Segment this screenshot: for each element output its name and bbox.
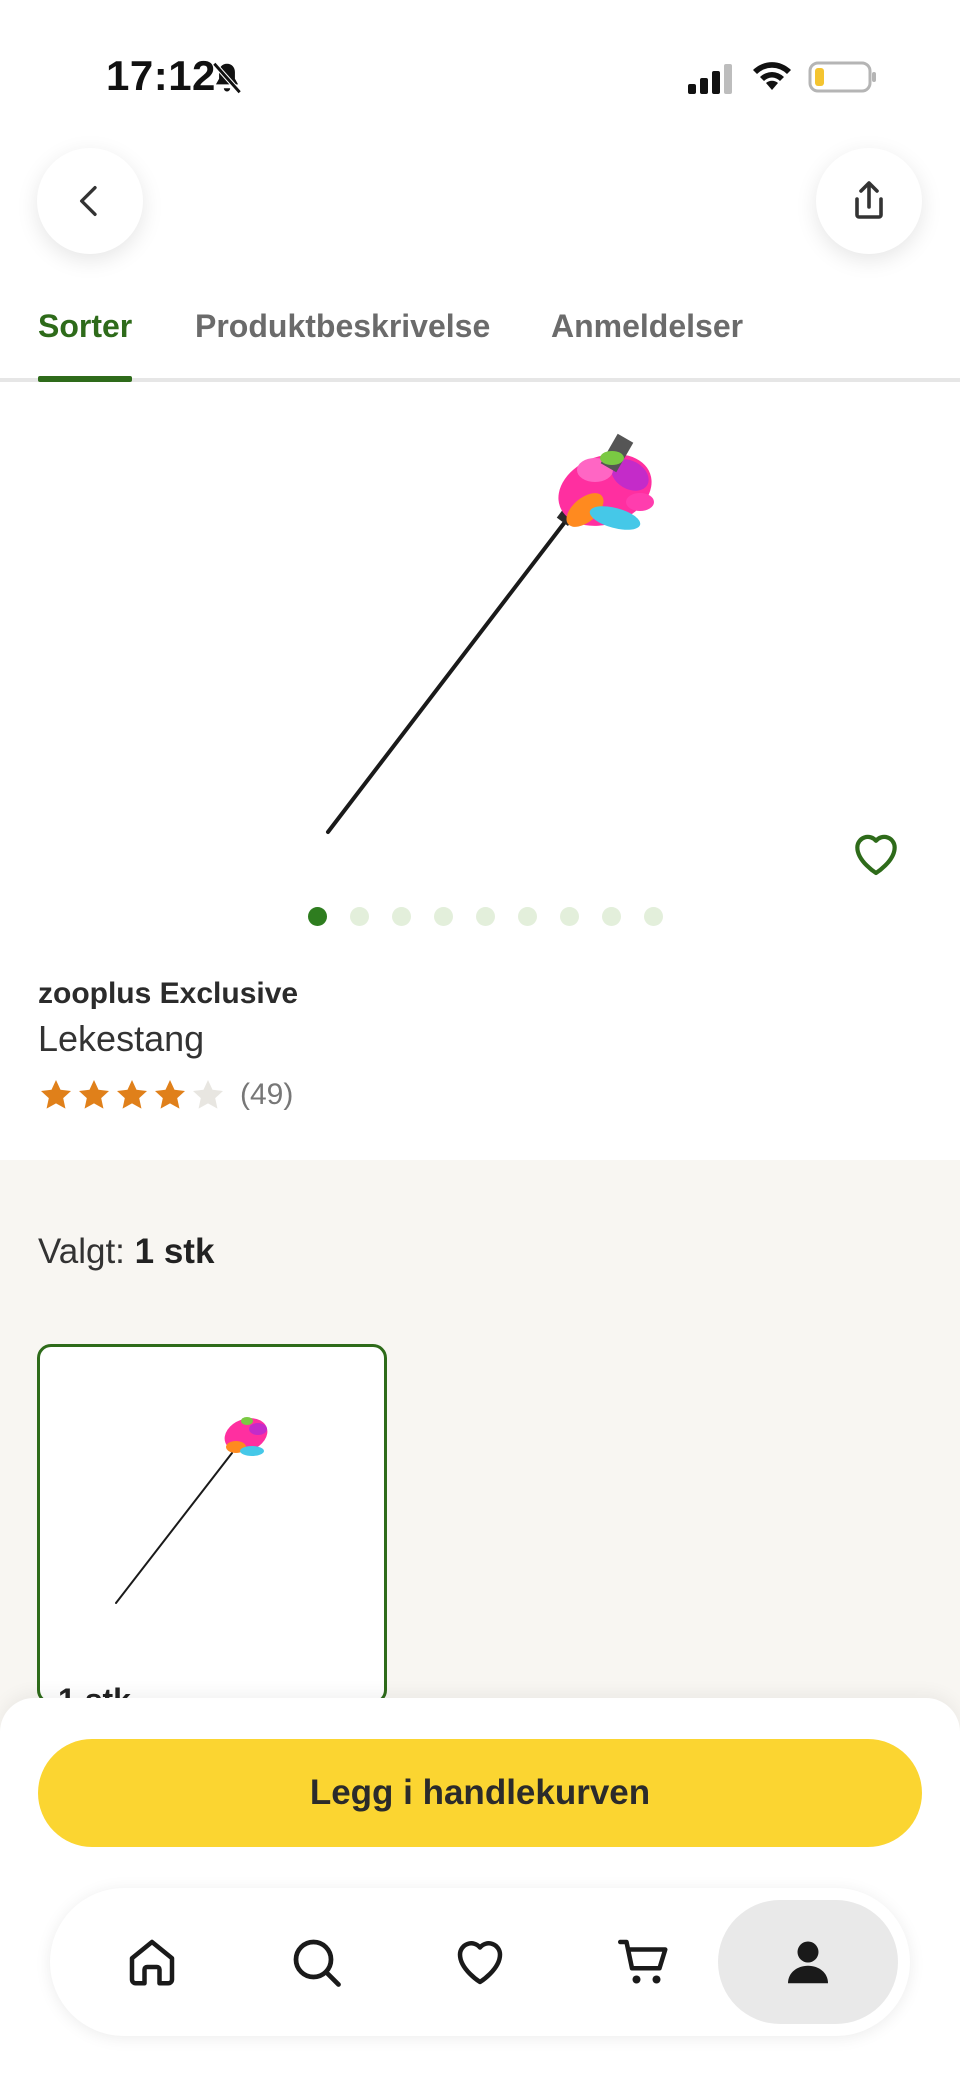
chevron-left-icon (80, 186, 97, 216)
carousel-dot[interactable] (517, 907, 537, 926)
share-button[interactable] (816, 148, 922, 254)
variant-option-card[interactable]: 1 stk (37, 1344, 387, 1704)
carousel-dots (0, 907, 960, 927)
tabbar-home[interactable] (90, 1900, 214, 2024)
carousel-dot[interactable] (643, 907, 663, 926)
back-button[interactable] (37, 148, 143, 254)
selected-value: 1 stk (134, 1232, 215, 1271)
cart-icon (618, 1939, 668, 1984)
product-image[interactable] (300, 430, 680, 840)
review-count: (49) (240, 1078, 294, 1111)
wifi-icon (753, 62, 791, 90)
bell-slash-icon (212, 62, 242, 94)
star-filled-icon (79, 1080, 109, 1109)
battery-low-icon (808, 61, 876, 93)
product-name: Lekestang (38, 1018, 205, 1059)
carousel-dot[interactable] (601, 907, 621, 926)
bottom-tab-bar (50, 1888, 910, 2036)
product-brand[interactable]: zooplus Exclusive (38, 977, 298, 1011)
profile-icon (788, 1941, 828, 1984)
product-tabs: Sorter Produktbeskrivelse Anmeldelser (0, 300, 960, 382)
heart-icon (457, 1941, 503, 1985)
tab-produktbeskrivelse[interactable]: Produktbeskrivelse (195, 308, 490, 378)
star-filled-icon (41, 1080, 71, 1109)
cellular-signal-icon (688, 64, 732, 94)
star-filled-icon (117, 1080, 147, 1109)
wishlist-heart-icon[interactable] (848, 826, 904, 878)
share-icon (855, 181, 883, 219)
status-time: 17:12 (106, 52, 216, 99)
selected-variant-label: Valgt: 1 stk (38, 1232, 214, 1272)
tabbar-favorites[interactable] (418, 1900, 542, 2024)
product-rating[interactable]: (49) (38, 1075, 293, 1115)
carousel-dot[interactable] (433, 907, 453, 926)
carousel-dot[interactable] (307, 907, 327, 926)
star-filled-icon (155, 1080, 185, 1109)
tabbar-profile[interactable] (718, 1900, 898, 2024)
selected-prefix: Valgt: (38, 1232, 135, 1271)
star-empty-icon (193, 1080, 223, 1109)
tabbar-search[interactable] (254, 1900, 378, 2024)
carousel-dot[interactable] (559, 907, 579, 926)
home-icon (129, 1939, 175, 1986)
variant-image (115, 1417, 268, 1604)
search-icon (293, 1939, 341, 1987)
add-to-cart-button[interactable]: Legg i handlekurven (38, 1739, 922, 1847)
carousel-dot[interactable] (475, 907, 495, 926)
status-bar: 17:12 (0, 0, 960, 150)
carousel-dot[interactable] (349, 907, 369, 926)
tab-sorter[interactable]: Sorter (38, 308, 133, 382)
tabbar-cart[interactable] (582, 1900, 706, 2024)
carousel-dot[interactable] (391, 907, 411, 926)
tab-anmeldelser[interactable]: Anmeldelser (551, 308, 743, 378)
